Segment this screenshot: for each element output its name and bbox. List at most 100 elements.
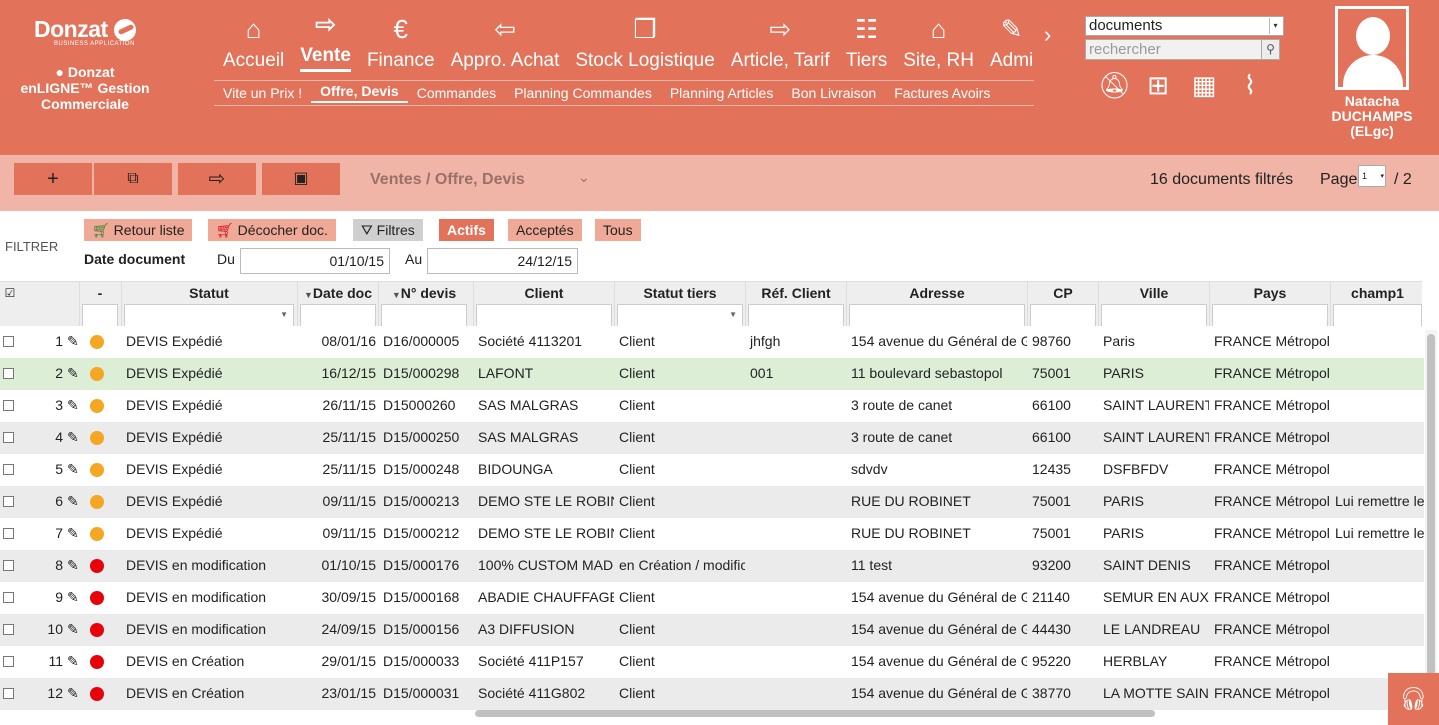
row-checkbox[interactable]: [3, 336, 14, 347]
document-type-select[interactable]: documents ▾: [1085, 16, 1284, 36]
table-row[interactable]: 10 ✎ DEVIS en modification 24/09/15 D15/0001…: [0, 614, 1424, 646]
save-button[interactable]: ▣: [262, 163, 340, 195]
nav-site-rh[interactable]: ⌂ Site, RH: [895, 0, 982, 72]
table-row[interactable]: 3 ✎ DEVIS Expédié 26/11/15 D15000260 SAS MALG…: [0, 390, 1424, 422]
edit-icon[interactable]: ✎: [67, 454, 79, 484]
row-checkbox[interactable]: [3, 464, 14, 475]
subnav-vite-un-prix-[interactable]: Vite un Prix !: [214, 85, 311, 101]
subnav-commandes[interactable]: Commandes: [408, 85, 505, 101]
table-row[interactable]: 2 ✎ DEVIS Expédié 16/12/15 D15/000298 LAFONT C…: [0, 358, 1424, 390]
column-header-icons[interactable]: -: [80, 282, 120, 304]
row-checkbox[interactable]: [3, 688, 14, 699]
column-header-cp[interactable]: CP: [1028, 282, 1098, 304]
nav-article-tarif[interactable]: ⇨ Article, Tarif: [723, 0, 838, 72]
column-header-statut[interactable]: Statut: [122, 282, 296, 304]
column-filter-client[interactable]: [476, 304, 612, 328]
row-checkbox[interactable]: [3, 432, 14, 443]
column-filter-statut[interactable]: ▼: [124, 304, 294, 328]
column-filter-date[interactable]: [300, 304, 376, 328]
paperclip-icon[interactable]: ⌇: [1236, 70, 1264, 101]
column-filter-tiers[interactable]: ▼: [617, 304, 743, 328]
calendar-icon[interactable]: ▦: [1190, 70, 1218, 101]
column-filter-icons[interactable]: [82, 304, 118, 328]
column-filter-cp[interactable]: [1030, 304, 1096, 328]
column-header-adresse[interactable]: Adresse: [847, 282, 1027, 304]
avatar[interactable]: [1335, 6, 1409, 90]
edit-icon[interactable]: ✎: [67, 390, 79, 420]
bell-off-icon[interactable]: 🔕︎: [1098, 70, 1131, 101]
filters-button[interactable]: ⛛ Filtres: [353, 219, 423, 241]
edit-icon[interactable]: ✎: [67, 326, 79, 356]
add-square-icon[interactable]: ⊞: [1144, 70, 1172, 101]
edit-icon[interactable]: ✎: [67, 550, 79, 580]
filter-active-button[interactable]: Actifs: [439, 219, 494, 241]
filter-all-button[interactable]: Tous: [595, 219, 641, 241]
nav-finance[interactable]: € Finance: [359, 0, 443, 72]
duplicate-button[interactable]: ⧉: [94, 163, 172, 195]
subnav-offre-devis[interactable]: Offre, Devis: [311, 83, 408, 103]
column-filter-devis[interactable]: [381, 304, 467, 328]
row-checkbox[interactable]: [3, 400, 14, 411]
expand-chevron-icon[interactable]: ⌄: [578, 169, 590, 186]
edit-icon[interactable]: ✎: [67, 646, 79, 676]
uncheck-docs-button[interactable]: 🛒︎ Décocher doc.: [208, 219, 336, 241]
nav-vente[interactable]: ⇨ Vente: [292, 0, 359, 72]
edit-icon[interactable]: ✎: [67, 422, 79, 452]
column-header-ville[interactable]: Ville: [1099, 282, 1209, 304]
column-filter-ville[interactable]: [1101, 304, 1207, 328]
add-button[interactable]: +: [14, 163, 92, 195]
nav-tiers[interactable]: ☷ Tiers: [838, 0, 896, 72]
row-checkbox[interactable]: [3, 560, 14, 571]
edit-icon[interactable]: ✎: [67, 582, 79, 612]
row-checkbox[interactable]: [3, 624, 14, 635]
column-filter-adresse[interactable]: [849, 304, 1025, 328]
edit-icon[interactable]: ✎: [67, 358, 79, 388]
table-row[interactable]: 4 ✎ DEVIS Expédié 25/11/15 D15/000250 SAS MAL…: [0, 422, 1424, 454]
table-row[interactable]: 12 ✎ DEVIS en Création 23/01/15 D15/000031 So…: [0, 678, 1424, 710]
nav-more-chevron-icon[interactable]: ›: [1044, 22, 1051, 48]
search-input[interactable]: rechercher: [1085, 39, 1265, 60]
row-checkbox[interactable]: [3, 656, 14, 667]
date-from-input[interactable]: 01/10/15: [240, 248, 390, 274]
donzat-logo[interactable]: Donzat BUSINESS APPLICATION: [34, 16, 174, 47]
edit-icon[interactable]: ✎: [67, 518, 79, 548]
row-checkbox[interactable]: [3, 496, 14, 507]
back-to-list-button[interactable]: 🛒︎ Retour liste: [84, 219, 193, 241]
horizontal-scrollbar[interactable]: [470, 708, 1160, 718]
edit-icon[interactable]: ✎: [67, 614, 79, 644]
subnav-factures-avoirs[interactable]: Factures Avoirs: [885, 85, 999, 101]
table-row[interactable]: 5 ✎ DEVIS Expédié 25/11/15 D15/000248 BIDOUNG…: [0, 454, 1424, 486]
column-header-ref[interactable]: Réf. Client: [746, 282, 846, 304]
column-header-client[interactable]: Client: [474, 282, 614, 304]
column-header-champ1[interactable]: champ1: [1331, 282, 1424, 304]
edit-icon[interactable]: ✎: [67, 486, 79, 516]
column-header-devis[interactable]: ▼N° devis: [379, 282, 469, 304]
select-all-checkbox[interactable]: ☑: [0, 282, 20, 304]
row-checkbox[interactable]: [3, 368, 14, 379]
table-row[interactable]: 7 ✎ DEVIS Expédié 09/11/15 D15/000212 DEMO ST…: [0, 518, 1424, 550]
column-header-tiers[interactable]: Statut tiers: [615, 282, 745, 304]
filter-accepted-button[interactable]: Acceptés: [508, 219, 582, 241]
column-filter-champ1[interactable]: [1333, 304, 1422, 328]
page-select[interactable]: 1 ▾: [1358, 165, 1386, 187]
nav-admi[interactable]: ✎ Admi: [982, 0, 1041, 72]
column-filter-pays[interactable]: [1212, 304, 1328, 328]
table-row[interactable]: 8 ✎ DEVIS en modification 01/10/15 D15/00017…: [0, 550, 1424, 582]
table-row[interactable]: 6 ✎ DEVIS Expédié 09/11/15 D15/000213 DEMO ST…: [0, 486, 1424, 518]
nav-stock-logistique[interactable]: ❒ Stock Logistique: [567, 0, 722, 72]
column-filter-ref[interactable]: [748, 304, 844, 328]
subnav-bon-livraison[interactable]: Bon Livraison: [782, 85, 885, 101]
user-profile[interactable]: Natacha DUCHAMPS (ELgc): [1320, 6, 1424, 139]
nav-accueil[interactable]: ⌂ Accueil: [215, 0, 292, 72]
table-row[interactable]: 11 ✎ DEVIS en Création 29/01/15 D15/000033 So…: [0, 646, 1424, 678]
export-button[interactable]: ⇨: [178, 163, 256, 195]
column-header-pays[interactable]: Pays: [1210, 282, 1330, 304]
search-icon[interactable]: ⚲: [1261, 39, 1280, 60]
table-row[interactable]: 9 ✎ DEVIS en modification 30/09/15 D15/00016…: [0, 582, 1424, 614]
row-checkbox[interactable]: [3, 528, 14, 539]
date-to-input[interactable]: 24/12/15: [427, 248, 578, 274]
subnav-planning-articles[interactable]: Planning Articles: [661, 85, 783, 101]
subnav-planning-commandes[interactable]: Planning Commandes: [505, 85, 661, 101]
headset-support-icon[interactable]: 🎧︎: [1388, 673, 1439, 725]
row-checkbox[interactable]: [3, 592, 14, 603]
